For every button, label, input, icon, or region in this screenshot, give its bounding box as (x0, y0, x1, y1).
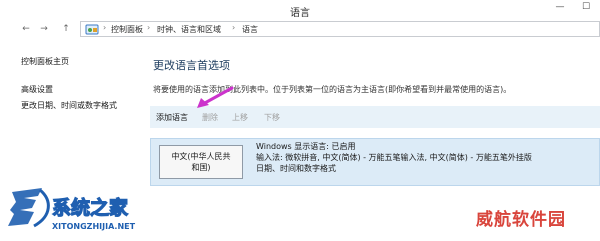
up-button[interactable]: ↑ (60, 22, 72, 35)
breadcrumb-clock-language-region[interactable]: 时钟、语言和区域 (157, 24, 221, 35)
add-language-button[interactable]: 添加语言 (156, 112, 188, 123)
forward-arrow-icon: → (40, 23, 48, 34)
breadcrumb-control-panel[interactable]: 控制面板 (111, 24, 143, 35)
minimize-icon: — (555, 2, 565, 12)
maximize-button[interactable]: ☐ (574, 0, 598, 14)
move-down-button[interactable]: 下移 (264, 112, 280, 123)
breadcrumb-separator: › (103, 23, 107, 32)
remove-language-button[interactable]: 删除 (202, 112, 218, 123)
language-display-status: Windows 显示语言: 已启用 (256, 142, 356, 151)
navigation-bar: ← → ↑ › 控制面板 › 时钟、语言和区域 › 语言 (0, 20, 600, 38)
language-name-button[interactable]: 中文(中华人民共 和国) (159, 145, 243, 179)
back-button[interactable]: ← (20, 22, 32, 35)
control-panel-icon (85, 24, 99, 35)
language-name-line1: 中文(中华人民共 (171, 152, 231, 161)
language-input-methods: 输入法: 微软拼音, 中文(简体) - 万能五笔输入法, 中文(简体) - 万能… (256, 153, 532, 162)
weihang-watermark: 威航软件园 (476, 210, 566, 230)
language-date-time-format: 日期、时间和数字格式 (256, 164, 336, 173)
watermark-left-url: XITONGZHIJIA.NET (52, 222, 136, 231)
xitongzhijia-watermark-logo: 系统之家 XITONGZHIJIA.NET (8, 188, 136, 231)
move-up-button[interactable]: 上移 (232, 112, 248, 123)
pointer-arrow-icon (197, 86, 234, 108)
sidebar-item-advanced-settings[interactable]: 高级设置 (21, 84, 53, 95)
breadcrumb-separator: › (147, 23, 151, 32)
title-bar: 语言 — ☐ (0, 0, 600, 20)
breadcrumb-language[interactable]: 语言 (242, 24, 258, 35)
forward-button[interactable]: → (38, 22, 50, 35)
watermark-left-title: 系统之家 (52, 196, 129, 219)
page-title: 更改语言首选项 (153, 59, 230, 72)
back-arrow-icon: ← (22, 23, 30, 34)
minimize-button[interactable]: — (548, 0, 572, 14)
sidebar-item-change-date-time-format[interactable]: 更改日期、时间或数字格式 (21, 100, 117, 111)
breadcrumb-separator: › (232, 23, 236, 32)
window-title: 语言 (290, 8, 310, 19)
sidebar-item-control-panel-home[interactable]: 控制面板主页 (21, 56, 69, 67)
up-arrow-icon: ↑ (62, 23, 70, 34)
language-name-line2: 和国) (191, 163, 211, 172)
maximize-icon: ☐ (581, 2, 591, 12)
address-bar[interactable]: › 控制面板 › 时钟、语言和区域 › 语言 (80, 21, 600, 37)
